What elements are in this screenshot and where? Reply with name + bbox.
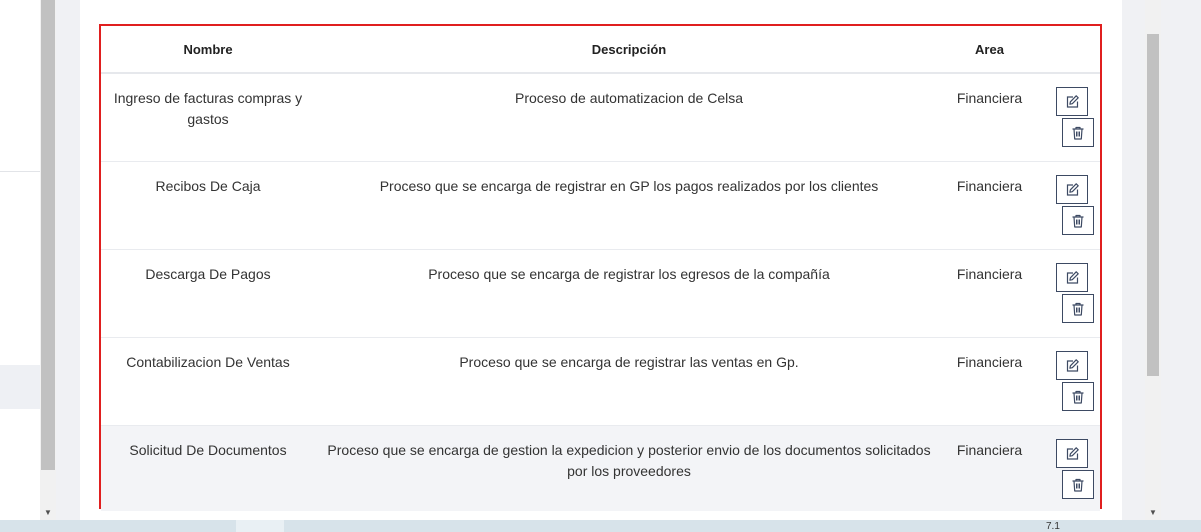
table-row: Solicitud De Documentos Proceso que se e… [101,425,1100,511]
bottom-bar-text: 7.1 [1046,521,1060,532]
edit-button[interactable] [1056,351,1088,380]
cell-actions [1036,425,1100,511]
edit-icon [1066,182,1079,196]
cell-actions [1036,161,1100,250]
left-panel-divider [0,171,40,172]
cell-descripcion: Proceso que se encarga de registrar los … [315,249,943,338]
edit-button[interactable] [1056,175,1088,204]
cell-nombre: Solicitud De Documentos [101,425,315,511]
cell-actions [1036,249,1100,338]
right-scrollbar-thumb[interactable] [1147,34,1159,376]
cell-actions [1036,337,1100,426]
cell-area: Financiera [943,161,1036,250]
cell-area: Financiera [943,425,1036,511]
header-area[interactable]: Area [943,26,1036,74]
cell-descripcion: Proceso que se encarga de registrar en G… [315,161,943,250]
edit-icon [1066,358,1079,372]
table-row: Recibos De Caja Proceso que se encarga d… [101,161,1100,250]
bottom-bar-segment [236,520,284,532]
cell-nombre: Descarga De Pagos [101,249,315,338]
left-scrollbar-thumb[interactable] [41,0,55,470]
trash-icon [1072,126,1084,140]
cell-nombre: Ingreso de facturas compras y gastos [101,73,315,162]
table-row: Descarga De Pagos Proceso que se encarga… [101,249,1100,338]
edit-button[interactable] [1056,439,1088,468]
left-scroll-down-icon[interactable]: ▼ [44,509,52,517]
edit-button[interactable] [1056,263,1088,292]
header-descripcion[interactable]: Descripción [315,26,943,74]
cell-area: Financiera [943,73,1036,162]
trash-icon [1072,214,1084,228]
delete-button[interactable] [1062,470,1094,499]
process-table: Nombre Descripción Area Ingreso de factu… [101,26,1100,511]
bottom-status-bar: 7.1 [0,520,1201,532]
cell-area: Financiera [943,337,1036,426]
delete-button[interactable] [1062,206,1094,235]
edit-icon [1066,446,1079,460]
cell-descripcion: Proceso que se encarga de registrar las … [315,337,943,426]
delete-button[interactable] [1062,294,1094,323]
header-nombre[interactable]: Nombre [101,26,315,74]
header-actions [1036,26,1100,74]
cell-nombre: Contabilizacion De Ventas [101,337,315,426]
table-row: Ingreso de facturas compras y gastos Pro… [101,73,1100,162]
left-panel [0,0,40,532]
delete-button[interactable] [1062,118,1094,147]
left-panel-selected-item[interactable] [0,365,40,409]
table-row: Contabilizacion De Ventas Proceso que se… [101,337,1100,426]
left-scrollbar[interactable]: ▼ [40,0,56,520]
trash-icon [1072,390,1084,404]
trash-icon [1072,478,1084,492]
cell-actions [1036,73,1100,162]
right-scrollbar[interactable]: ▼ [1145,0,1161,520]
edit-icon [1066,94,1079,108]
cell-descripcion: Proceso que se encarga de gestion la exp… [315,425,943,511]
process-table-container: Nombre Descripción Area Ingreso de factu… [99,24,1102,511]
right-scroll-down-icon[interactable]: ▼ [1149,509,1157,517]
cell-nombre: Recibos De Caja [101,161,315,250]
cell-area: Financiera [943,249,1036,338]
edit-icon [1066,270,1079,284]
cell-descripcion: Proceso de automatizacion de Celsa [315,73,943,162]
table-header-row: Nombre Descripción Area [101,26,1100,74]
edit-button[interactable] [1056,87,1088,116]
trash-icon [1072,302,1084,316]
delete-button[interactable] [1062,382,1094,411]
